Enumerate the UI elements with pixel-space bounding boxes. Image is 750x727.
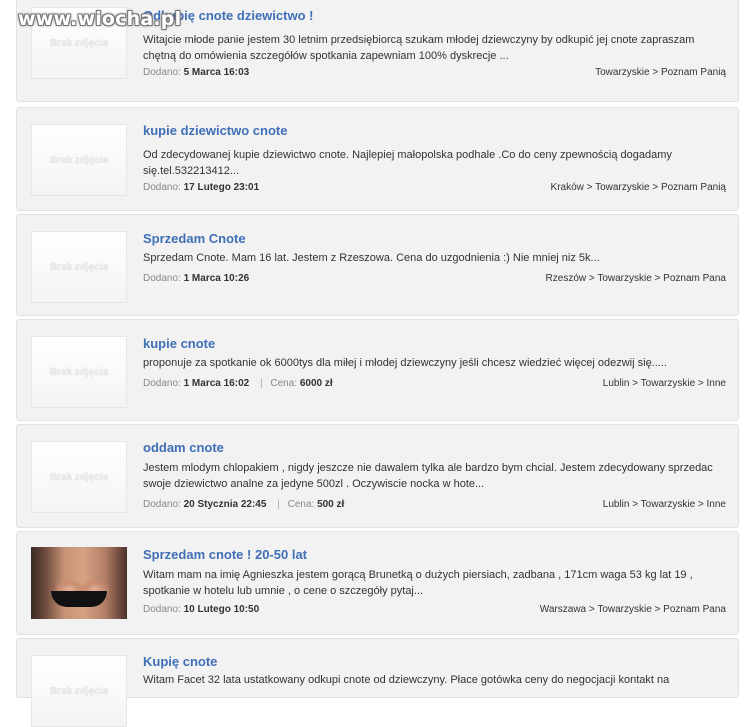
listing-item: Brak zdjęcia Sprzedam Cnote Sprzedam Cno… [16,214,739,316]
no-photo-label: Brak zdjęcia [49,366,109,378]
listing-location-breadcrumb[interactable]: Warszawa > Towarzyskie > Poznam Pana [540,604,726,615]
listing-item: Brak zdjęcia oddam cnote Jestem mlodym c… [16,424,739,528]
site-watermark-logo: www.wiocha.pl [18,8,182,30]
listing-item: Brak zdjęcia Kupię cnote Witam Facet 32 … [16,638,739,727]
listing-title-link[interactable]: Kupię cnote [143,654,217,669]
no-photo-thumbnail[interactable]: Brak zdjęcia [31,124,127,196]
listing-title-link[interactable]: kupie cnote [143,336,215,351]
listing-title-link[interactable]: kupie dziewictwo cnote [143,123,287,138]
listing-description: Jestem mlodym chlopakiem , nigdy jeszcze… [143,462,713,490]
no-photo-label: Brak zdjęcia [49,471,109,483]
listing-description: Od zdecydowanej kupie dziewictwo cnote. … [143,149,672,177]
listing-description: Sprzedam Cnote. Mam 16 lat. Jestem z Rze… [143,252,600,264]
listing-date: 20 Stycznia 22:45 [183,499,267,510]
listing-title-link[interactable]: oddam cnote [143,440,224,455]
listing-item: Brak zdjęcia kupie dziewictwo cnote Od z… [16,107,739,211]
listing-item: Brak zdjęcia kupie cnote proponuje za sp… [16,319,739,421]
listing-price: 500 zł [317,499,345,510]
listing-meta: Dodano: 5 Marca 16:03 Towarzyskie > Pozn… [143,67,726,78]
listing-description: Witajcie młode panie jestem 30 letnim pr… [143,34,695,62]
listing-date: 5 Marca 16:03 [183,67,250,78]
no-photo-label: Brak zdjęcia [49,154,109,166]
listing-location-breadcrumb[interactable]: Towarzyskie > Poznam Panią [595,67,726,78]
listing-location-breadcrumb[interactable]: Rzeszów > Towarzyskie > Poznam Pana [546,273,726,284]
listing-meta: Dodano: 20 Stycznia 22:45 | Cena: 500 zł… [143,499,726,510]
listing-description: Witam mam na imię Agnieszka jestem gorąc… [143,569,693,597]
added-label: Dodano: [143,67,181,78]
no-photo-thumbnail[interactable]: Brak zdjęcia [31,231,127,303]
listing-date: 1 Marca 10:26 [183,273,250,284]
listing-item: Sprzedam cnote ! 20-50 lat Witam mam na … [16,531,739,635]
added-label: Dodano: [143,604,181,615]
price-label: Cena: [287,499,315,510]
listing-photo-thumbnail[interactable] [31,547,127,619]
listing-meta: Dodano: 1 Marca 10:26 Rzeszów > Towarzys… [143,273,726,284]
no-photo-label: Brak zdjęcia [49,261,109,273]
listing-meta: Dodano: 17 Lutego 23:01 Kraków > Towarzy… [143,182,726,193]
listing-description: proponuje za spotkanie ok 6000tys dla mi… [143,357,667,369]
listing-title-link[interactable]: Sprzedam Cnote [143,231,246,246]
added-label: Dodano: [143,378,181,389]
no-photo-label: Brak zdjęcia [49,685,109,697]
listing-location-breadcrumb[interactable]: Lublin > Towarzyskie > Inne [603,499,726,510]
listing-date: 10 Lutego 10:50 [183,604,260,615]
added-label: Dodano: [143,273,181,284]
listing-title-link[interactable]: Sprzedam cnote ! 20-50 lat [143,547,307,562]
listing-price: 6000 zł [299,378,333,389]
listing-date: 17 Lutego 23:01 [183,182,260,193]
no-photo-label: Brak zdjęcia [49,37,109,49]
listing-date: 1 Marca 16:02 [183,378,250,389]
added-label: Dodano: [143,499,181,510]
added-label: Dodano: [143,182,181,193]
no-photo-thumbnail[interactable]: Brak zdjęcia [31,655,127,727]
price-label: Cena: [270,378,298,389]
listing-meta: Dodano: 10 Lutego 10:50 Warszawa > Towar… [143,604,726,615]
listing-location-breadcrumb[interactable]: Lublin > Towarzyskie > Inne [603,378,726,389]
no-photo-thumbnail[interactable]: Brak zdjęcia [31,441,127,513]
no-photo-thumbnail[interactable]: Brak zdjęcia [31,336,127,408]
listing-meta: Dodano: 1 Marca 16:02 | Cena: 6000 zł Lu… [143,378,726,389]
listing-location-breadcrumb[interactable]: Kraków > Towarzyskie > Poznam Panią [551,182,726,193]
